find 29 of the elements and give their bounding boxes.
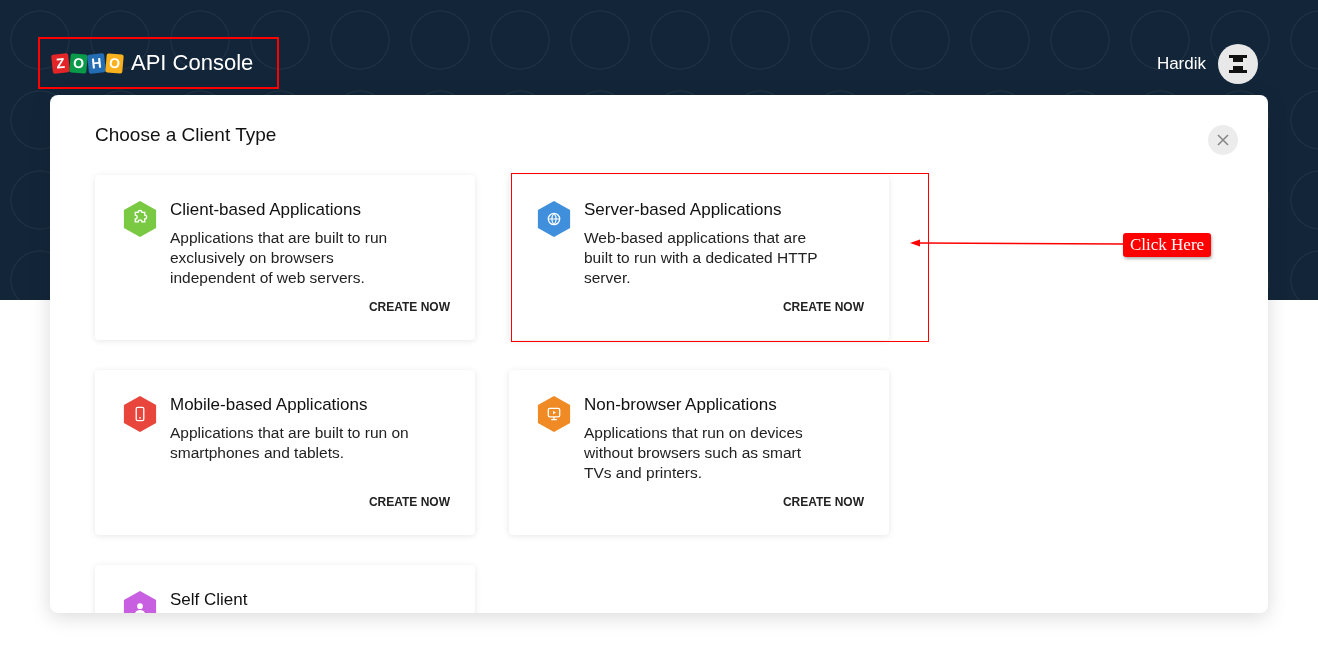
client-type-card[interactable]: Self Client xyxy=(95,565,475,613)
app-title: API Console xyxy=(131,50,254,76)
create-now-link[interactable]: CREATE NOW xyxy=(368,495,450,509)
create-now-link[interactable]: CREATE NOW xyxy=(782,495,864,509)
client-type-card[interactable]: Non-browser Applications Applications that run on devices without browsers such as smart TVs and printers. CREATE NOW xyxy=(509,370,889,535)
card-title: Client-based Applications xyxy=(170,200,362,220)
card-description: Applications that are built to run on smartphones and tablets. xyxy=(170,423,410,463)
card-title: Mobile-based Applications xyxy=(170,395,369,415)
logo-letter: Z xyxy=(51,52,70,74)
client-type-card[interactable]: Mobile-based Applications Applications that are built to run on smartphones and tablets. CREATE NOW xyxy=(95,370,475,535)
card-title: Non-browser Applications xyxy=(584,395,778,415)
close-icon xyxy=(1217,134,1229,146)
client-type-card[interactable]: Client-based Applications Applications that are built to run exclusively on browsers independent of web servers. CREATE NOW xyxy=(95,175,475,340)
dialog-title: Choose a Client Type xyxy=(95,124,277,146)
card-title: Self Client xyxy=(170,590,249,610)
logo-letter: O xyxy=(105,52,124,74)
card-description: Web-based applications that are built to run with a dedicated HTTP server. xyxy=(584,228,819,288)
callout-label: Click Here xyxy=(1123,233,1212,257)
card-description: Applications that run on devices without browsers such as smart TVs and printers. xyxy=(584,423,804,483)
client-type-card[interactable]: Server-based Applications Web-based applications that are built to run with a dedicated HTTP server. CREATE NOW xyxy=(509,175,889,340)
create-now-link[interactable]: CREATE NOW xyxy=(782,300,864,314)
card-title: Server-based Applications xyxy=(584,200,783,220)
user-name[interactable]: Hardik xyxy=(1156,54,1206,74)
close-button[interactable] xyxy=(1208,125,1238,155)
create-now-link[interactable]: CREATE NOW xyxy=(368,300,450,314)
logo-letter: O xyxy=(69,52,88,74)
card-description: Applications that are built to run exclusively on browsers independent of web servers. xyxy=(170,228,389,288)
avatar-icon[interactable] xyxy=(1218,44,1258,84)
logo-letter: H xyxy=(87,52,106,74)
